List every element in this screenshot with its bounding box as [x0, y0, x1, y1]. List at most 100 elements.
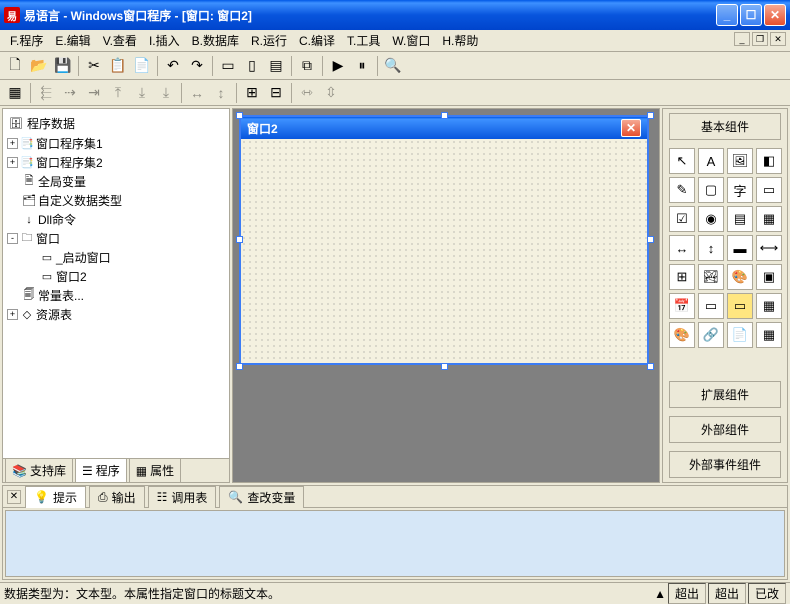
align-center-icon[interactable]: ⇢ [59, 82, 81, 104]
same-height-icon[interactable]: ↕ [210, 82, 232, 104]
comp-hscroll-icon[interactable]: ↔ [669, 235, 695, 261]
tree-node[interactable]: ↓Dll命令 [7, 210, 225, 229]
comp-label-icon[interactable]: A [698, 148, 724, 174]
mdi-restore-button[interactable]: ❐ [752, 32, 768, 46]
open-icon[interactable]: 📂 [28, 55, 50, 77]
tree-node[interactable]: +◇资源表 [7, 305, 225, 324]
copy-icon[interactable]: 📋 [107, 55, 129, 77]
scroll-up-icon[interactable]: ▲ [654, 587, 666, 601]
palette-header-external[interactable]: 外部组件 [669, 416, 781, 443]
resize-handle-se[interactable] [647, 363, 654, 370]
tree-node[interactable]: +📑窗口程序集1 [7, 134, 225, 153]
comp-color-icon[interactable]: 🎨 [669, 322, 695, 348]
expand-icon[interactable]: + [7, 309, 18, 320]
save-icon[interactable]: 💾 [52, 55, 74, 77]
minimize-button[interactable]: _ [716, 4, 738, 26]
comp-check-icon[interactable]: ☑ [669, 206, 695, 232]
tree-node[interactable]: 🗎全局变量 [7, 172, 225, 191]
window-icon[interactable]: ▭ [217, 55, 239, 77]
menu-run[interactable]: R.运行 [245, 30, 293, 51]
comp-group-icon[interactable]: ▣ [756, 264, 782, 290]
menu-tools[interactable]: T.工具 [341, 30, 386, 51]
comp-picture-icon[interactable]: 🖼 [727, 148, 753, 174]
close-button[interactable]: ✕ [764, 4, 786, 26]
expand-icon[interactable]: - [7, 233, 18, 244]
tree-node[interactable]: 🗂自定义数据类型 [7, 191, 225, 210]
palette-header-basic[interactable]: 基本组件 [669, 113, 781, 140]
comp-frame-icon[interactable]: ▭ [756, 177, 782, 203]
comp-radio-icon[interactable]: ◉ [698, 206, 724, 232]
paste-icon[interactable]: 📄 [131, 55, 153, 77]
vspacing-icon[interactable]: ⇳ [320, 82, 342, 104]
menu-compile[interactable]: C.编译 [293, 30, 341, 51]
comp-tab-icon[interactable]: ⊞ [669, 264, 695, 290]
comp-shape-icon[interactable]: ◧ [756, 148, 782, 174]
tab-program[interactable]: ☰程序 [75, 458, 127, 482]
split-h-icon[interactable]: ▯ [241, 55, 263, 77]
tree-root[interactable]: 🗄 程序数据 [7, 113, 225, 134]
comp-doc-icon[interactable]: 📄 [727, 322, 753, 348]
menu-window[interactable]: W.窗口 [386, 30, 436, 51]
mdi-minimize-button[interactable]: _ [734, 32, 750, 46]
comp-date-icon[interactable]: ▭ [698, 293, 724, 319]
comp-image-icon[interactable]: 🏞 [698, 264, 724, 290]
split-v-icon[interactable]: ▤ [265, 55, 287, 77]
comp-font-icon[interactable]: 字 [727, 177, 753, 203]
menu-view[interactable]: V.查看 [97, 30, 143, 51]
menu-database[interactable]: B.数据库 [186, 30, 245, 51]
tree-node[interactable]: +📑窗口程序集2 [7, 153, 225, 172]
resize-handle-nw[interactable] [236, 112, 243, 119]
expand-icon[interactable]: + [7, 138, 18, 149]
maximize-button[interactable]: ☐ [740, 4, 762, 26]
resize-handle-ne[interactable] [647, 112, 654, 119]
align-top-icon[interactable]: ⤒ [107, 82, 129, 104]
run-icon[interactable]: ▶ [327, 55, 349, 77]
design-window[interactable]: 窗口2 ✕ [239, 115, 649, 365]
tab-watch[interactable]: 🔍查改变量 [219, 486, 304, 508]
undo-icon[interactable]: ↶ [162, 55, 184, 77]
palette-header-extend[interactable]: 扩展组件 [669, 381, 781, 408]
comp-file-icon[interactable]: ▦ [756, 293, 782, 319]
pause-icon[interactable]: ⏸ [351, 55, 373, 77]
comp-progress-icon[interactable]: ▬ [727, 235, 753, 261]
comp-combo-icon[interactable]: ▦ [756, 206, 782, 232]
menu-help[interactable]: H.帮助 [436, 30, 484, 51]
menu-edit[interactable]: E.编辑 [49, 30, 96, 51]
design-canvas[interactable] [241, 139, 647, 363]
comp-calendar-icon[interactable]: 📅 [669, 293, 695, 319]
align-right-icon[interactable]: ⇥ [83, 82, 105, 104]
tabs-icon[interactable]: ⧉ [296, 55, 318, 77]
comp-link-icon[interactable]: 🔗 [698, 322, 724, 348]
resize-handle-sw[interactable] [236, 363, 243, 370]
expand-icon[interactable]: + [7, 157, 18, 168]
align-left-icon[interactable]: ⬱ [35, 82, 57, 104]
tab-hint[interactable]: 💡提示 [25, 486, 86, 508]
resize-handle-e[interactable] [647, 236, 654, 243]
tab-support-lib[interactable]: 📚支持库 [5, 458, 73, 482]
comp-vscroll-icon[interactable]: ↕ [698, 235, 724, 261]
center-v-icon[interactable]: ⊟ [265, 82, 287, 104]
resize-handle-w[interactable] [236, 236, 243, 243]
find-icon[interactable]: 🔍 [382, 55, 404, 77]
align-mid-icon[interactable]: ⤓ [131, 82, 153, 104]
tab-properties[interactable]: ▦属性 [129, 458, 181, 482]
tab-output[interactable]: ⎙输出 [89, 486, 145, 508]
comp-panel-icon[interactable]: ▢ [698, 177, 724, 203]
hspacing-icon[interactable]: ⇿ [296, 82, 318, 104]
comp-edit-icon[interactable]: ✎ [669, 177, 695, 203]
tab-calltable[interactable]: ☷调用表 [148, 486, 217, 508]
tree-node[interactable]: ▭_启动窗口 [7, 248, 225, 267]
tree-node[interactable]: 🗐常量表... [7, 286, 225, 305]
tree-node[interactable]: -🗀窗口 [7, 229, 225, 248]
center-h-icon[interactable]: ⊞ [241, 82, 263, 104]
output-content[interactable] [5, 510, 785, 577]
comp-slider-icon[interactable]: ⟷ [756, 235, 782, 261]
menu-program[interactable]: F.程序 [4, 30, 49, 51]
tree-node[interactable]: ▭窗口2 [7, 267, 225, 286]
redo-icon[interactable]: ↷ [186, 55, 208, 77]
form-designer[interactable]: 窗口2 ✕ [232, 108, 660, 483]
cut-icon[interactable]: ✂ [83, 55, 105, 77]
comp-paint-icon[interactable]: 🎨 [727, 264, 753, 290]
align-bottom-icon[interactable]: ⤓ [155, 82, 177, 104]
menu-insert[interactable]: I.插入 [143, 30, 186, 51]
